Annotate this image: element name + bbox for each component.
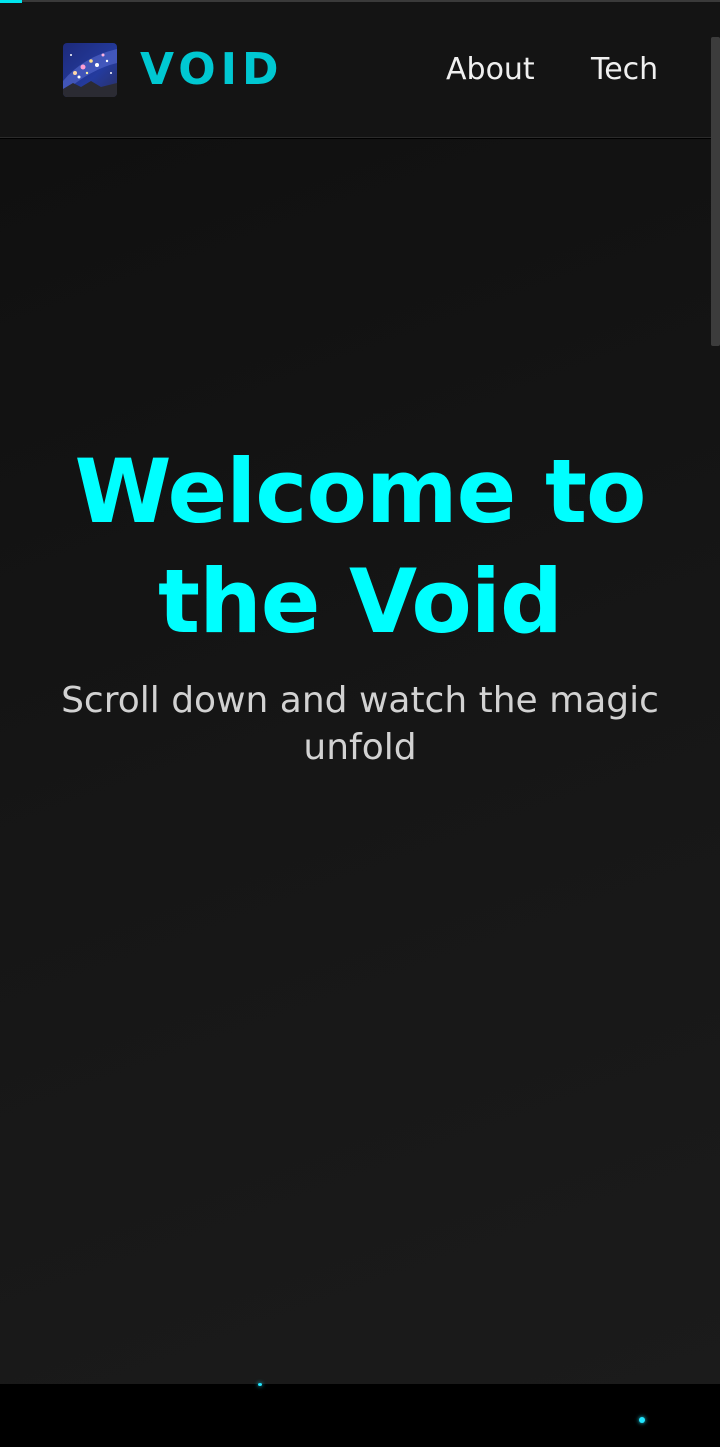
galaxy-logo-icon[interactable] [63,43,117,97]
scrollbar-thumb[interactable] [711,37,720,346]
bottom-bar [0,1384,720,1447]
glow-particle [258,1383,262,1386]
top-border [0,0,720,2]
nav-link-about[interactable]: About [446,50,535,90]
page: VOID About Tech Welcome to the Void Scro… [0,0,720,1447]
scroll-progress-bar [0,0,22,3]
site-header: VOID About Tech [0,2,720,138]
hero-title: Welcome to the Void [74,440,647,653]
hero-subtitle: Scroll down and watch the magic unfold [61,680,659,768]
nav-link-tech[interactable]: Tech [591,50,658,90]
brand-name[interactable]: VOID [140,42,284,98]
glow-particle [639,1417,645,1423]
hero-section: Welcome to the Void Scroll down and watc… [0,139,720,1384]
